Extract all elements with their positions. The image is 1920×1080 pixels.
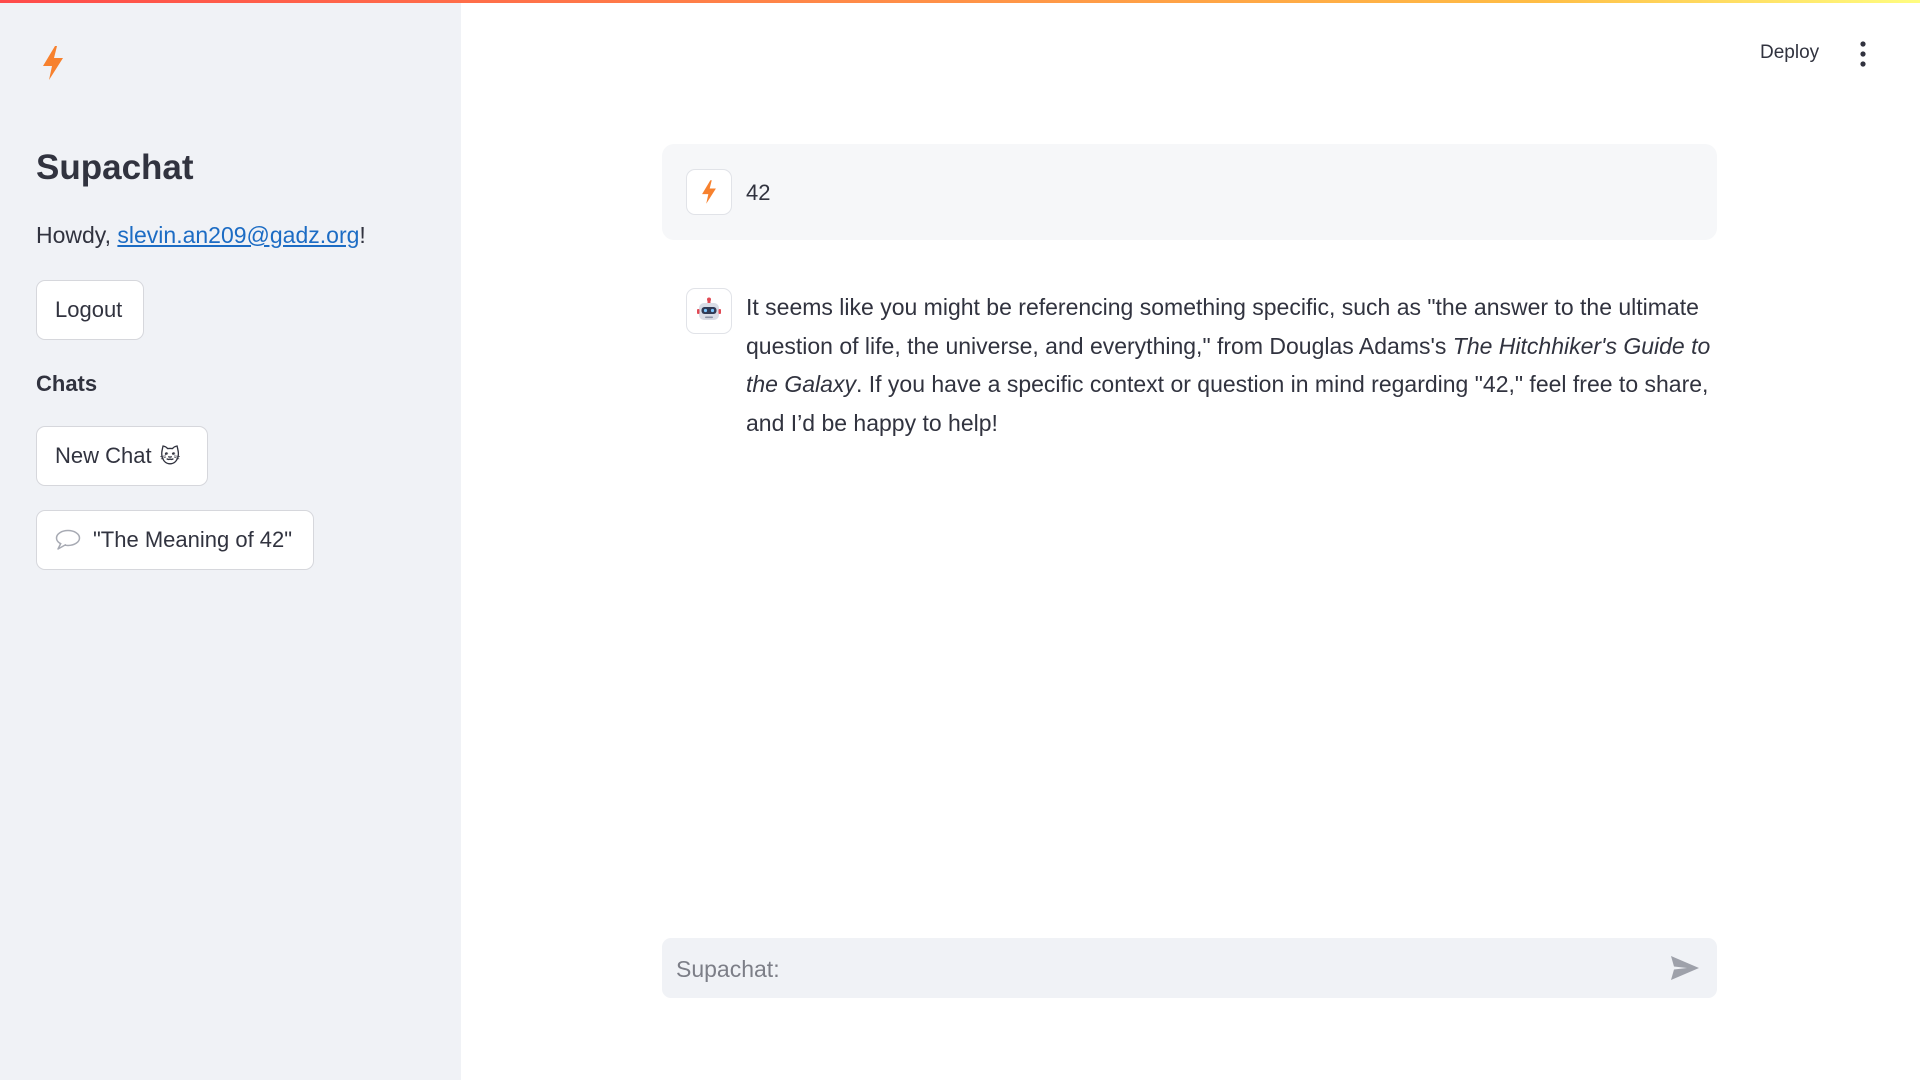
greeting-suffix: ! [359, 222, 366, 248]
deploy-button[interactable]: Deploy [1760, 42, 1819, 64]
user-email-link[interactable]: slevin.an209@gadz.org [117, 222, 359, 248]
assistant-message: It seems like you might be referencing s… [662, 274, 1717, 454]
lightning-icon [43, 46, 63, 80]
chat-input[interactable] [674, 938, 1638, 1000]
send-icon[interactable] [1670, 954, 1700, 982]
lightning-icon [702, 180, 716, 204]
greeting: Howdy, slevin.an209@gadz.org! [36, 222, 366, 249]
speech-bubble-icon [55, 529, 81, 550]
logout-label: Logout [55, 297, 123, 322]
greeting-prefix: Howdy, [36, 222, 118, 248]
user-avatar [686, 169, 732, 215]
chat-item-button[interactable]: "The Meaning of 42" [36, 510, 314, 570]
app-title: Supachat [36, 148, 194, 187]
assistant-message-text: It seems like you might be referencing s… [746, 288, 1721, 442]
new-chat-label: New Chat [55, 443, 152, 468]
logout-button[interactable]: Logout [36, 280, 144, 340]
new-chat-button[interactable]: New Chat 🐱 [36, 426, 208, 486]
cat-face-icon: 🐱 [159, 444, 181, 468]
sidebar: Supachat Howdy, slevin.an209@gadz.org! L… [0, 0, 461, 1080]
top-decoration-bar [0, 0, 1920, 3]
chats-heading: Chats [36, 371, 98, 396]
user-message: 42 [662, 144, 1717, 240]
robot-icon [697, 297, 721, 320]
kebab-menu-icon[interactable] [1856, 40, 1870, 68]
assistant-avatar [686, 288, 732, 334]
user-message-text: 42 [746, 180, 771, 205]
chat-item-label: "The Meaning of 42" [93, 527, 293, 552]
assistant-text-part: . If you have a specific context or ques… [746, 371, 1709, 436]
chat-input-container [662, 938, 1717, 1000]
